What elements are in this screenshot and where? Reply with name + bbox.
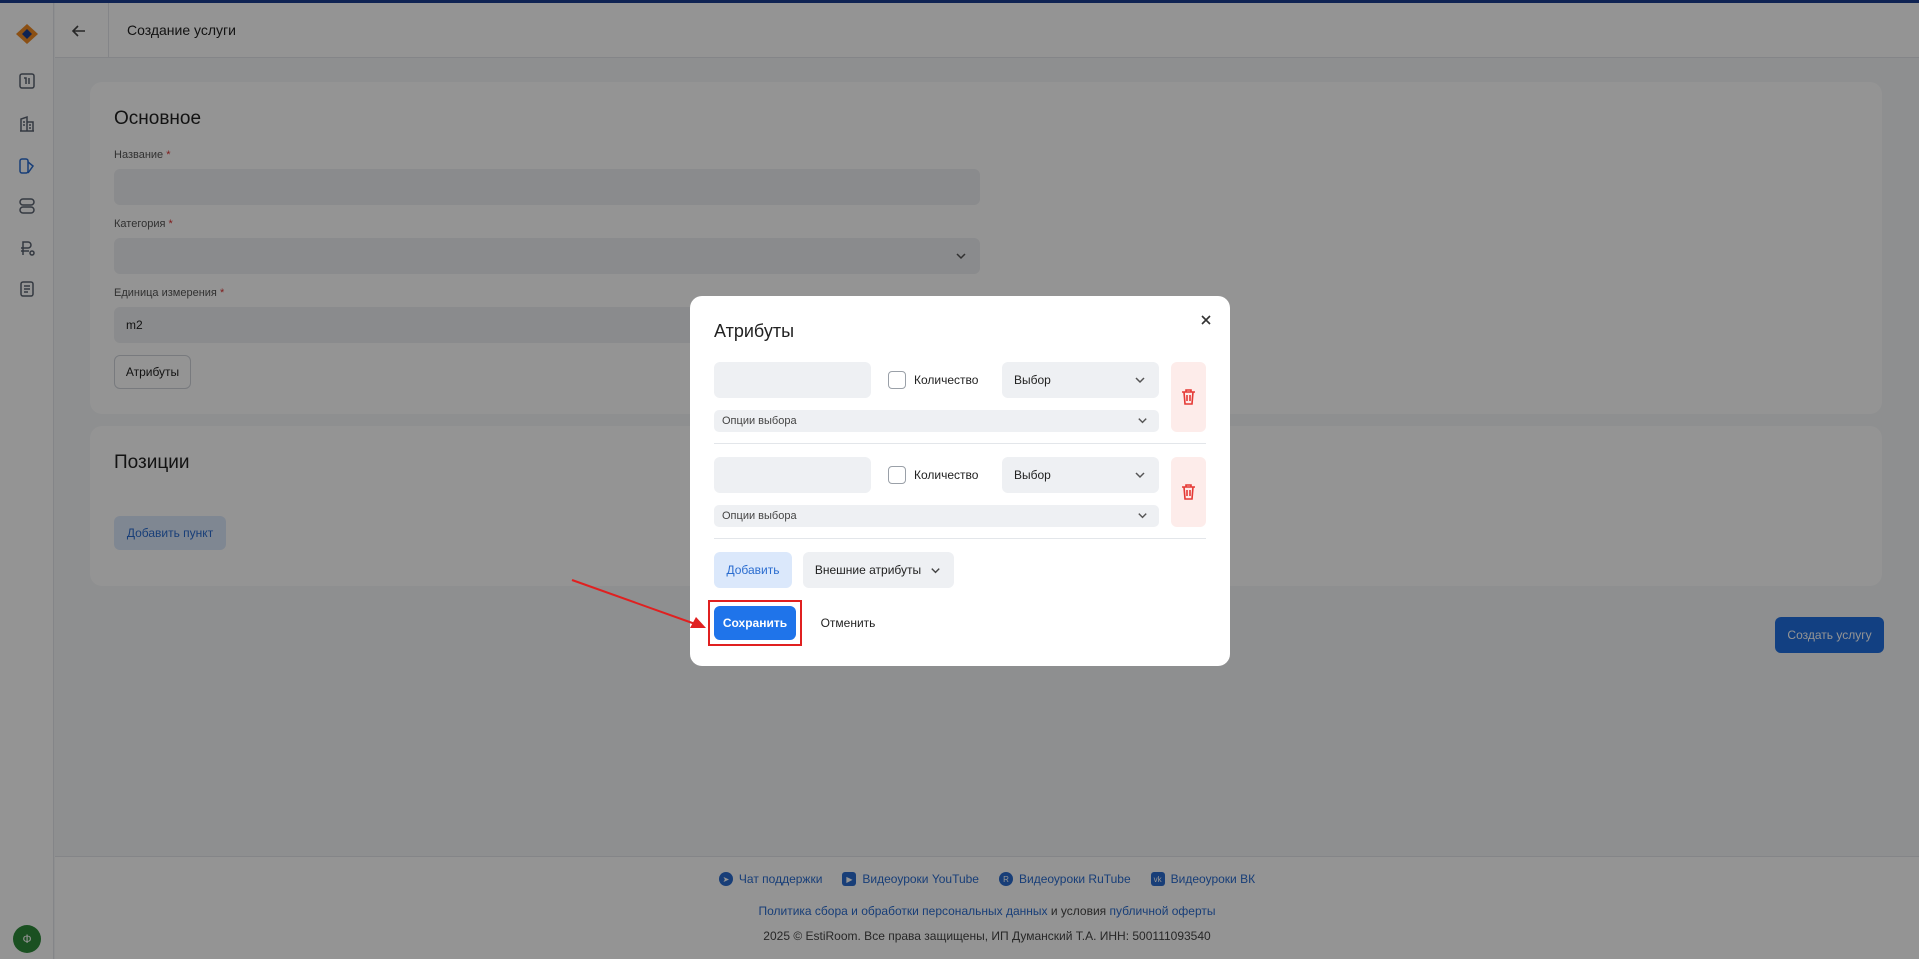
options-select[interactable]: Опции выбора [714, 410, 1159, 432]
trash-icon [1182, 389, 1195, 405]
cancel-button[interactable]: Отменить [812, 606, 884, 640]
chevron-down-icon [931, 567, 940, 573]
row-divider [714, 538, 1206, 539]
attribute-name-input[interactable] [714, 362, 871, 398]
attribute-name-input[interactable] [714, 457, 871, 493]
chevron-down-icon [1135, 377, 1145, 384]
chevron-down-icon [1138, 418, 1147, 424]
type-select[interactable]: Выбор [1002, 457, 1159, 493]
save-button[interactable]: Сохранить [714, 606, 796, 640]
row-divider [714, 443, 1206, 444]
attributes-modal: Атрибуты Количество Выбор Опции выбора К… [690, 296, 1230, 666]
chevron-down-icon [1138, 513, 1147, 519]
annotation-arrow [571, 579, 706, 628]
options-select[interactable]: Опции выбора [714, 505, 1159, 527]
delete-attribute-button[interactable] [1171, 362, 1206, 432]
trash-icon [1182, 484, 1195, 500]
checkbox-box[interactable] [888, 466, 906, 484]
external-attributes-button[interactable]: Внешние атрибуты [803, 552, 954, 588]
add-attribute-button[interactable]: Добавить [714, 552, 792, 588]
checkbox-box[interactable] [888, 371, 906, 389]
chevron-down-icon [1135, 472, 1145, 479]
type-select[interactable]: Выбор [1002, 362, 1159, 398]
delete-attribute-button[interactable] [1171, 457, 1206, 527]
close-icon[interactable] [1198, 312, 1214, 328]
modal-title: Атрибуты [714, 321, 795, 341]
quantity-checkbox[interactable]: Количество [888, 466, 978, 484]
quantity-checkbox[interactable]: Количество [888, 371, 978, 389]
